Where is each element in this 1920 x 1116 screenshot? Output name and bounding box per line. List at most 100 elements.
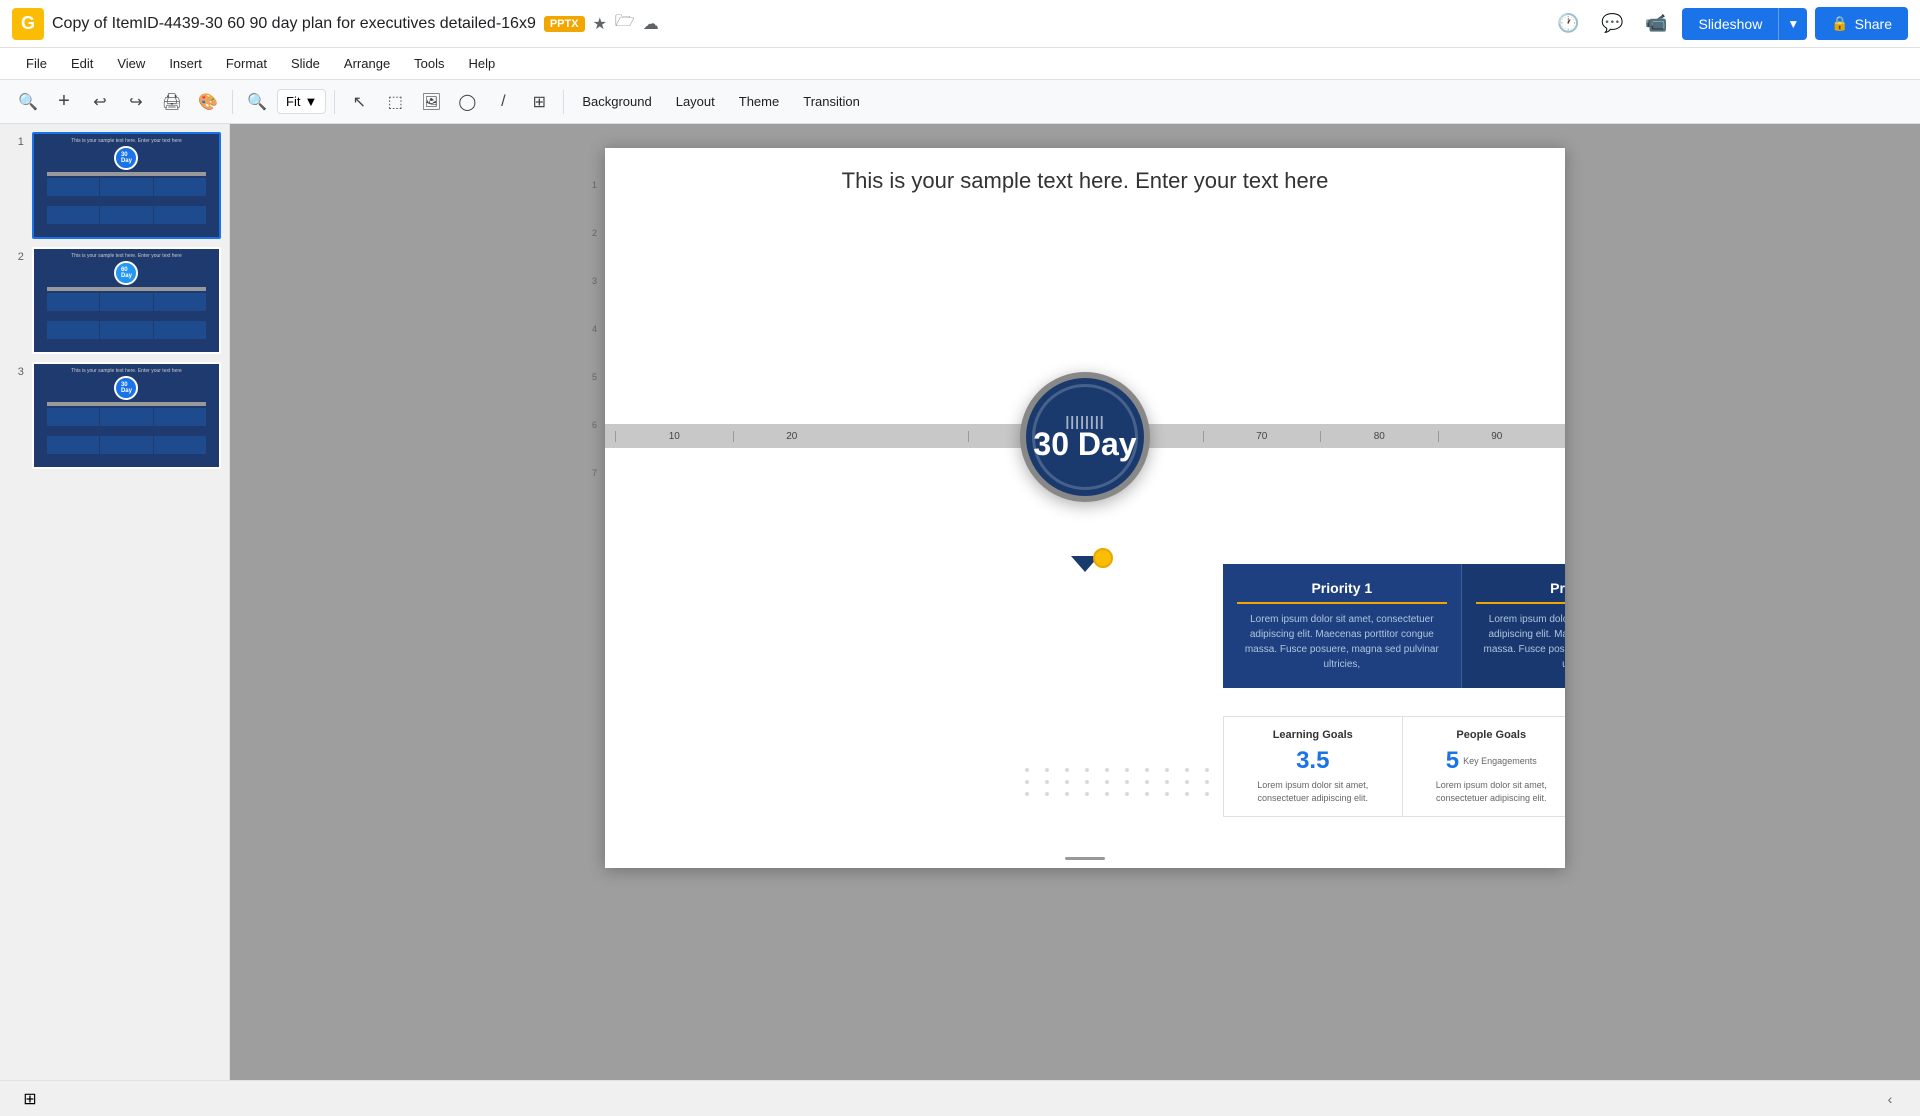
slide-thumb-2[interactable]: This is your sample text here. Enter you… — [32, 247, 221, 354]
thumb-circle-3: 30Day — [114, 376, 138, 400]
line-button[interactable]: / — [487, 86, 519, 118]
slide-number-1: 1 — [8, 132, 24, 148]
history-button[interactable]: 🕐 — [1550, 6, 1586, 42]
paint-format-button[interactable]: 🎨 — [192, 86, 224, 118]
app-icon[interactable]: G — [12, 8, 44, 40]
menu-insert[interactable]: Insert — [159, 52, 212, 75]
thumb-title-2: This is your sample text here. Enter you… — [71, 253, 182, 259]
slide-item-1[interactable]: 1 This is your sample text here. Enter y… — [8, 132, 221, 239]
priority-2-body: Lorem ipsum dolor sit amet, consectetuer… — [1476, 612, 1565, 672]
select-rect-button[interactable]: ⬚ — [379, 86, 411, 118]
menu-edit[interactable]: Edit — [61, 52, 103, 75]
thumb-title-3: This is your sample text here. Enter you… — [71, 368, 182, 374]
shapes-button[interactable]: ◯ — [451, 86, 483, 118]
thumb-grid-2 — [47, 293, 206, 348]
slide-canvas[interactable]: This is your sample text here. Enter you… — [605, 148, 1565, 868]
select-arrow-button[interactable]: ↖ — [343, 86, 375, 118]
collapse-panel-button[interactable]: ‹ — [1876, 1085, 1904, 1113]
menu-format[interactable]: Format — [216, 52, 277, 75]
toolbar-sep-3 — [563, 90, 564, 114]
slide-item-3[interactable]: 3 This is your sample text here. Enter y… — [8, 362, 221, 469]
day-circle: |||||||| 30 Day — [1020, 372, 1150, 502]
goal-value-people-wrap: 5 Key Engagements — [1413, 747, 1566, 775]
doc-title[interactable]: Copy of ItemID-4439-30 60 90 day plan fo… — [52, 15, 536, 33]
menu-view[interactable]: View — [107, 52, 155, 75]
cloud-icon[interactable]: ☁ — [643, 14, 659, 34]
goal-value-num-people: 5 — [1446, 747, 1459, 775]
pptx-badge: PPTX — [544, 16, 585, 32]
goals-section: Learning Goals 3.5 Lorem ipsum dolor sit… — [1223, 716, 1565, 817]
redo-button[interactable]: ↪ — [120, 86, 152, 118]
ruler-tick-20: 20 — [733, 431, 851, 442]
topbar-right: 🕐 💬 📹 Slideshow ▼ 🔒 Share — [1550, 6, 1908, 42]
ruler-tick-70: 70 — [1203, 431, 1321, 442]
transition-button[interactable]: Transition — [793, 90, 870, 113]
thumb-circle-2: 60Day — [114, 261, 138, 285]
priority-1-body: Lorem ipsum dolor sit amet, consectetuer… — [1237, 612, 1447, 672]
doc-title-row: Copy of ItemID-4439-30 60 90 day plan fo… — [52, 10, 1542, 37]
menubar: File Edit View Insert Format Slide Arran… — [0, 48, 1920, 80]
background-button[interactable]: Background — [572, 90, 661, 113]
goal-label-learning: Learning Goals — [1234, 729, 1392, 741]
main-area: 1 This is your sample text here. Enter y… — [0, 124, 1920, 1080]
goal-desc-learning: Lorem ipsum dolor sit amet, consectetuer… — [1234, 779, 1392, 804]
goal-value-tag-people: Key Engagements — [1463, 756, 1537, 766]
doc-title-area: Copy of ItemID-4439-30 60 90 day plan fo… — [52, 10, 1542, 37]
toolbar-sep-1 — [232, 90, 233, 114]
zoom-magnify-button[interactable]: 🔍 — [241, 86, 273, 118]
layout-button[interactable]: Layout — [666, 90, 725, 113]
day-circle-wrap[interactable]: |||||||| 30 Day — [1020, 372, 1150, 502]
ruler-tick-80: 80 — [1320, 431, 1438, 442]
ruler-tick-90: 90 — [1438, 431, 1556, 442]
zoom-dropdown-icon: ▼ — [304, 94, 317, 109]
zoom-control[interactable]: Fit ▼ — [277, 89, 326, 114]
slideshow-dropdown-button[interactable]: ▼ — [1778, 8, 1807, 40]
dots-decoration-left — [1025, 768, 1217, 796]
priority-2-title: Priority 2 — [1476, 580, 1565, 604]
menu-tools[interactable]: Tools — [404, 52, 454, 75]
priority-card-2[interactable]: Priority 2 Lorem ipsum dolor sit amet, c… — [1462, 564, 1565, 688]
menu-slide[interactable]: Slide — [281, 52, 330, 75]
table-button[interactable]: ⊞ — [523, 86, 555, 118]
comments-button[interactable]: 💬 — [1594, 6, 1630, 42]
grid-view-button[interactable]: ⊞ — [16, 1085, 44, 1113]
share-button[interactable]: 🔒 Share — [1815, 7, 1908, 40]
day-circle-inner-ring — [1032, 384, 1138, 490]
slideshow-button[interactable]: Slideshow — [1682, 8, 1778, 40]
undo-button[interactable]: ↩ — [84, 86, 116, 118]
folder-icon[interactable]: 🗁 — [615, 10, 635, 37]
slide-canvas-wrap: 1 2 3 4 5 6 7 This is your sample text h… — [230, 124, 1920, 1080]
image-button[interactable]: 🖼 — [415, 86, 447, 118]
top-bar: G Copy of ItemID-4439-30 60 90 day plan … — [0, 0, 1920, 48]
goal-card-learning[interactable]: Learning Goals 3.5 Lorem ipsum dolor sit… — [1224, 717, 1403, 816]
share-label: Share — [1855, 16, 1892, 32]
slide-sample-text[interactable]: This is your sample text here. Enter you… — [605, 148, 1565, 204]
menu-help[interactable]: Help — [459, 52, 506, 75]
star-icon[interactable]: ★ — [593, 14, 607, 34]
goal-value-learning: 3.5 — [1234, 747, 1392, 775]
print-button[interactable]: 🖨 — [156, 86, 188, 118]
slides-panel: 1 This is your sample text here. Enter y… — [0, 124, 230, 1080]
slide-thumb-3[interactable]: This is your sample text here. Enter you… — [32, 362, 221, 469]
toolbar: 🔍 + ↩ ↪ 🖨 🎨 🔍 Fit ▼ ↖ ⬚ 🖼 ◯ / ⊞ Backgrou… — [0, 80, 1920, 124]
goal-label-people: People Goals — [1413, 729, 1566, 741]
ruler-tick-10: 10 — [615, 431, 733, 442]
slide-thumb-1[interactable]: This is your sample text here. Enter you… — [32, 132, 221, 239]
page-indicator — [1065, 857, 1105, 860]
down-arrow — [1071, 556, 1099, 572]
menu-file[interactable]: File — [16, 52, 57, 75]
canvas-area[interactable]: 1 2 3 4 5 6 7 This is your sample text h… — [230, 124, 1920, 1080]
priority-1-title: Priority 1 — [1237, 580, 1447, 604]
priority-card-1[interactable]: Priority 1 Lorem ipsum dolor sit amet, c… — [1223, 564, 1462, 688]
meet-button[interactable]: 📹 — [1638, 6, 1674, 42]
goal-card-people[interactable]: People Goals 5 Key Engagements Lorem ips… — [1403, 717, 1566, 816]
thumb-grid-1 — [47, 178, 206, 233]
slide-item-2[interactable]: 2 This is your sample text here. Enter y… — [8, 247, 221, 354]
search-button[interactable]: 🔍 — [12, 86, 44, 118]
add-button[interactable]: + — [48, 86, 80, 118]
theme-button[interactable]: Theme — [729, 90, 789, 113]
menu-arrange[interactable]: Arrange — [334, 52, 400, 75]
zoom-label: Fit — [286, 94, 300, 109]
goal-desc-people: Lorem ipsum dolor sit amet, consectetuer… — [1413, 779, 1566, 804]
priority-section: Priority 1 Lorem ipsum dolor sit amet, c… — [1223, 564, 1565, 688]
